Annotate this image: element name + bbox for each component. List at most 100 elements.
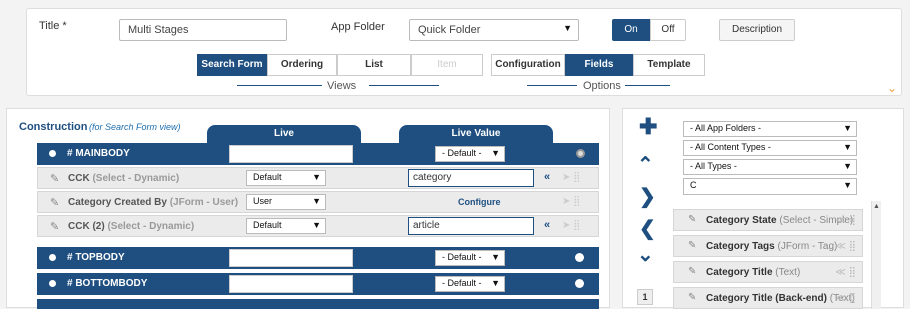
pencil-icon[interactable]: ✎ <box>688 292 696 303</box>
variation-value: - Default - <box>442 148 482 158</box>
chevron-down-icon: ▼ <box>312 220 321 230</box>
list-scrollbar[interactable]: ▲ <box>871 201 881 309</box>
collapse-chevron-icon[interactable]: ⌄ <box>887 81 897 95</box>
field-name: Category Tags <box>706 241 775 252</box>
description-button[interactable]: Description <box>719 19 795 41</box>
pencil-icon[interactable]: ✎ <box>688 240 696 251</box>
live-value: Default <box>253 220 282 230</box>
title-label: Title * <box>39 20 67 32</box>
field-title: Category Created By (JForm - User) <box>68 197 238 208</box>
move-handle-icon[interactable]: ≪ ⣿ <box>835 215 856 226</box>
search-field[interactable]: C ▼ <box>683 178 857 195</box>
field-name: CCK <box>68 173 90 184</box>
toggle-off-button[interactable]: Off <box>650 19 686 41</box>
variation-value: - Default - <box>442 252 482 262</box>
construction-panel: Construction (for Search Form view) Live… <box>6 108 610 309</box>
title-panel: Title * Multi Stages App Folder Quick Fo… <box>26 8 902 96</box>
content-types-filter[interactable]: - All Content Types - ▼ <box>683 140 857 156</box>
position-live-input[interactable] <box>229 145 353 163</box>
live-value: User <box>253 196 273 206</box>
chevron-left-icon[interactable]: « <box>544 171 550 183</box>
chevron-down-icon: ▼ <box>843 142 852 152</box>
position-live-input[interactable] <box>229 249 353 267</box>
field-title: CCK (2) (Select - Dynamic) <box>68 221 194 232</box>
toggle-on-button[interactable]: On <box>612 19 650 41</box>
variation-value: - Default - <box>442 278 482 288</box>
move-handle-icon[interactable]: ➤ ⣿ <box>562 196 580 207</box>
chevron-down-icon: ▼ <box>312 172 321 182</box>
chevron-down-icon: ▼ <box>563 23 572 33</box>
field-row-cck-2[interactable]: ✎ CCK (2) (Select - Dynamic) Default ▼ ar… <box>37 215 599 237</box>
field-type: (Select - Dynamic) <box>107 221 195 232</box>
app-folder-label: App Folder <box>331 21 385 33</box>
construction-heading: Construction <box>19 121 88 133</box>
live-select[interactable]: User ▼ <box>246 194 326 210</box>
list-item[interactable]: ✎ Category Tags (JForm - Tag) ≪ ⣿ <box>673 235 863 257</box>
pencil-icon[interactable]: ✎ <box>688 266 696 277</box>
move-handle-icon[interactable]: ≪ ⣿ <box>835 241 856 252</box>
tab-search-form[interactable]: Search Form <box>197 54 267 76</box>
chevron-down-icon: ▼ <box>491 278 500 288</box>
tab-fields[interactable]: Fields <box>565 54 633 76</box>
configure-link[interactable]: Configure <box>458 197 501 207</box>
position-variation-select[interactable]: - Default - ▼ <box>435 250 505 266</box>
radio-icon[interactable] <box>575 279 584 288</box>
list-item[interactable]: ✎ Category Title (Text) ≪ ⣿ <box>673 261 863 283</box>
title-input[interactable]: Multi Stages <box>119 19 287 41</box>
position-variation-select[interactable]: - Default - ▼ <box>435 146 505 162</box>
tab-list[interactable]: List <box>337 54 411 76</box>
position-row-topbody[interactable]: # TOPBODY - Default - ▼ <box>37 247 599 269</box>
app-folder-select[interactable]: Quick Folder ▼ <box>409 19 579 41</box>
move-handle-icon[interactable]: ≪ ⣿ <box>835 267 856 278</box>
field-name: Category State <box>706 215 777 226</box>
types-filter[interactable]: - All Types - ▼ <box>683 159 857 175</box>
position-row-bottombody[interactable]: # BOTTOMBODY - Default - ▼ <box>37 273 599 295</box>
move-handle-icon[interactable]: ➤ ⣿ <box>562 220 580 231</box>
position-title: # TOPBODY <box>67 252 125 263</box>
list-item[interactable]: ✎ Category Title (Back-end) (Text) ≪ ⣿ <box>673 287 863 309</box>
field-title: CCK (Select - Dynamic) <box>68 173 179 184</box>
field-row-category-created-by[interactable]: ✎ Category Created By (JForm - User) Use… <box>37 191 599 213</box>
pencil-icon[interactable]: ✎ <box>50 220 59 233</box>
radio-icon[interactable] <box>575 253 584 262</box>
live-select[interactable]: Default ▼ <box>246 218 326 234</box>
position-live-input[interactable] <box>229 275 353 293</box>
scroll-up-icon[interactable]: ▲ <box>873 203 880 210</box>
live-value-input[interactable]: category <box>408 169 534 187</box>
move-right-icon[interactable]: ❯ <box>639 187 656 207</box>
move-left-icon[interactable]: ❮ <box>639 219 656 239</box>
move-handle-icon[interactable]: ≪ ⣿ <box>835 293 856 304</box>
move-down-icon[interactable]: ⌄ <box>637 245 654 265</box>
position-dot-icon <box>49 150 56 157</box>
options-caption: Options <box>583 80 621 92</box>
tab-ordering[interactable]: Ordering <box>267 54 337 76</box>
pencil-icon[interactable]: ✎ <box>50 196 59 209</box>
radio-selected-icon[interactable] <box>576 149 585 158</box>
move-up-icon[interactable]: ⌃ <box>637 155 654 175</box>
tab-template[interactable]: Template <box>633 54 705 76</box>
filter-value: - All Content Types - <box>690 142 771 152</box>
live-select[interactable]: Default ▼ <box>246 170 326 186</box>
field-row-cck[interactable]: ✎ CCK (Select - Dynamic) Default ▼ catego… <box>37 167 599 189</box>
chevron-down-icon: ▼ <box>843 123 852 133</box>
position-variation-select[interactable]: - Default - ▼ <box>435 276 505 292</box>
pencil-icon[interactable]: ✎ <box>688 214 696 225</box>
pencil-icon[interactable]: ✎ <box>50 172 59 185</box>
live-value-input[interactable]: article <box>408 217 534 235</box>
field-name: Category Created By <box>68 197 167 208</box>
views-caption: Views <box>327 80 357 92</box>
move-handle-icon[interactable]: ➤ ⣿ <box>562 172 580 183</box>
chevron-down-icon: ▼ <box>491 252 500 262</box>
app-folders-filter[interactable]: - All App Folders - ▼ <box>683 121 857 137</box>
chevron-down-icon: ▼ <box>491 148 500 158</box>
field-type: (JForm - User) <box>169 197 239 208</box>
tab-item[interactable]: Item <box>411 54 483 76</box>
chevron-left-icon[interactable]: « <box>544 219 550 231</box>
position-title: # MAINBODY <box>67 148 130 159</box>
live-value: Default <box>253 172 282 182</box>
app-folder-value: Quick Folder <box>418 24 481 36</box>
list-item[interactable]: ✎ Category State (Select - Simple) ≪ ⣿ <box>673 209 863 231</box>
add-icon[interactable]: ✚ <box>639 116 657 138</box>
tab-configuration[interactable]: Configuration <box>491 54 565 76</box>
position-row-mainbody[interactable]: # MAINBODY - Default - ▼ <box>37 143 599 165</box>
